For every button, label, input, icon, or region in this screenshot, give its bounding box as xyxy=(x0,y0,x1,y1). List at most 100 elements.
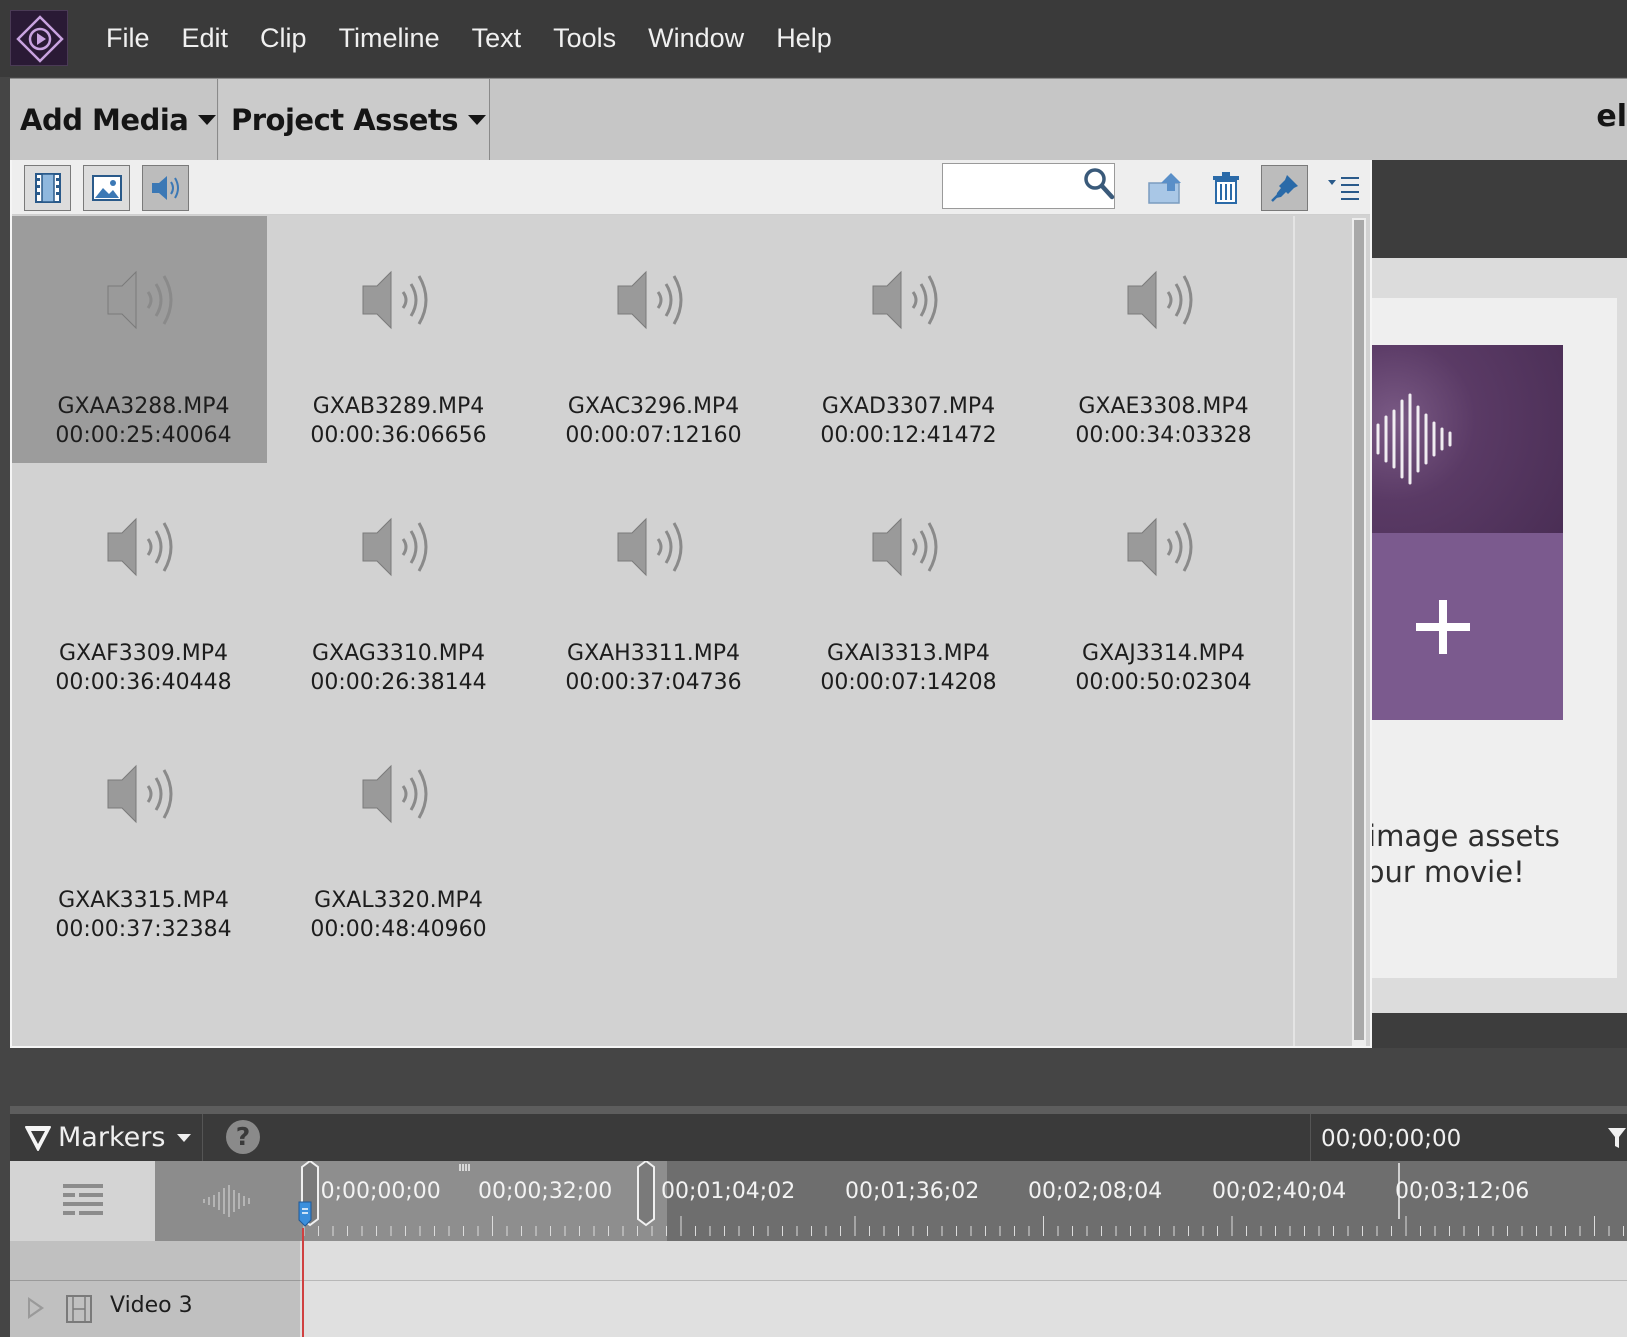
assets-toolbar xyxy=(12,160,1370,215)
menu-items: File Edit Clip Timeline Text Tools Windo… xyxy=(90,0,848,77)
menu-edit[interactable]: Edit xyxy=(166,23,245,54)
speaker-icon xyxy=(617,270,683,330)
speaker-icon xyxy=(107,764,173,824)
filter-icon[interactable] xyxy=(1607,1126,1627,1150)
empty-grid-cell xyxy=(777,957,1040,1046)
menu-help[interactable]: Help xyxy=(760,23,848,54)
marker-icon[interactable] xyxy=(22,1122,54,1154)
asset-duration: 00:00:37:32384 xyxy=(55,917,232,942)
asset-duration: 00:00:07:14208 xyxy=(820,670,997,695)
empty-grid-cell xyxy=(777,710,1040,965)
pin-panel-button[interactable] xyxy=(1261,165,1308,211)
menu-file[interactable]: File xyxy=(90,23,166,54)
asset-item[interactable]: GXAF3309.MP4 00:00:36:40448 xyxy=(12,463,275,718)
speaker-icon xyxy=(151,176,179,200)
asset-duration: 00:00:50:02304 xyxy=(1075,670,1252,695)
asset-duration: 00:00:36:40448 xyxy=(55,670,232,695)
track-list-button[interactable] xyxy=(10,1161,155,1241)
asset-duration: 00:00:34:03328 xyxy=(1075,423,1252,448)
filter-image-button[interactable] xyxy=(83,165,130,211)
range-end-handle-icon xyxy=(637,1161,655,1227)
help-button[interactable]: ? xyxy=(226,1120,260,1154)
search-icon[interactable] xyxy=(1080,165,1116,201)
asset-name: GXAJ3314.MP4 xyxy=(1082,641,1245,666)
timeline-splitter[interactable] xyxy=(10,1106,1627,1114)
delete-button[interactable] xyxy=(1202,165,1249,211)
track-view-controls xyxy=(10,1161,300,1241)
asset-name: GXAA3288.MP4 xyxy=(57,394,230,419)
asset-duration: 00:00:37:04736 xyxy=(565,670,742,695)
asset-item[interactable]: GXAK3315.MP4 00:00:37:32384 xyxy=(12,710,275,965)
asset-item[interactable]: GXAH3311.MP4 00:00:37:04736 xyxy=(522,463,785,718)
project-assets-button[interactable]: Project Assets xyxy=(219,79,490,161)
asset-duration: 00:00:25:40064 xyxy=(55,423,232,448)
speaker-icon xyxy=(362,764,428,824)
asset-item[interactable]: GXAC3296.MP4 00:00:07:12160 xyxy=(522,216,785,471)
asset-item[interactable]: GXAG3310.MP4 00:00:26:38144 xyxy=(267,463,530,718)
assets-grid: GXAA3288.MP4 00:00:25:40064 GXAB3289.MP4 00… xyxy=(12,216,1342,1046)
asset-name: GXAE3308.MP4 xyxy=(1078,394,1249,419)
panel-menu-button[interactable] xyxy=(1320,165,1367,211)
asset-name: GXAK3315.MP4 xyxy=(58,888,229,913)
menu-clip[interactable]: Clip xyxy=(244,23,323,54)
menu-timeline[interactable]: Timeline xyxy=(323,23,456,54)
empty-grid-cell xyxy=(1032,710,1295,965)
chevron-down-icon[interactable] xyxy=(177,1134,191,1142)
asset-duration: 00:00:12:41472 xyxy=(820,423,997,448)
menu-text[interactable]: Text xyxy=(456,23,538,54)
timecode-display[interactable]: 00;00;00;00 xyxy=(1321,1126,1461,1152)
track-list-icon xyxy=(62,1184,103,1215)
menu-window[interactable]: Window xyxy=(632,23,760,54)
asset-name: GXAH3311.MP4 xyxy=(567,641,740,666)
speaker-icon xyxy=(1127,517,1193,577)
asset-name: GXAC3296.MP4 xyxy=(567,394,740,419)
track-name[interactable]: Video 3 xyxy=(110,1293,193,1318)
asset-name: GXAG3310.MP4 xyxy=(311,641,486,666)
filter-audio-button[interactable] xyxy=(142,165,189,211)
chevron-down-icon xyxy=(468,115,486,125)
speaker-icon xyxy=(872,517,938,577)
divider xyxy=(202,1114,203,1161)
speaker-icon xyxy=(107,517,173,577)
asset-name: GXAL3320.MP4 xyxy=(314,888,483,913)
asset-item[interactable]: GXAI3313.MP4 00:00:07:14208 xyxy=(777,463,1040,718)
timeline-ruler[interactable]: )0;00;00;00 00;00;32;00 00;01;04;02 00;0… xyxy=(300,1161,1627,1241)
asset-duration: 00:00:36:06656 xyxy=(310,423,487,448)
folder-upload-icon xyxy=(1147,173,1181,204)
asset-item[interactable]: GXAB3289.MP4 00:00:36:06656 xyxy=(267,216,530,471)
asset-item[interactable]: GXAL3320.MP4 00:00:48:40960 xyxy=(267,710,530,965)
audio-waveform-button[interactable] xyxy=(155,1161,300,1241)
asset-item[interactable]: GXAJ3314.MP4 00:00:50:02304 xyxy=(1032,463,1295,718)
divider xyxy=(1310,1114,1311,1161)
track-area-video-3[interactable] xyxy=(300,1281,1627,1337)
add-media-button[interactable]: Add Media xyxy=(10,79,218,161)
filter-video-button[interactable] xyxy=(24,165,71,211)
asset-item[interactable]: GXAE3308.MP4 00:00:34:03328 xyxy=(1032,216,1295,471)
truncated-label: el xyxy=(1596,99,1627,134)
speaker-icon xyxy=(362,517,428,577)
image-icon xyxy=(91,175,122,201)
film-icon xyxy=(66,1295,92,1323)
plus-icon xyxy=(1415,599,1470,654)
markers-dropdown[interactable]: Markers xyxy=(58,1122,165,1153)
playhead-line[interactable] xyxy=(302,1228,304,1337)
asset-name: GXAD3307.MP4 xyxy=(821,394,996,419)
playhead-handle-icon[interactable] xyxy=(298,1200,314,1228)
list-menu-icon xyxy=(1327,177,1359,200)
speaker-icon xyxy=(107,270,173,330)
app-logo-icon[interactable] xyxy=(10,10,68,66)
markers-bar: Markers ? 00;00;00;00 xyxy=(10,1114,1627,1161)
asset-item[interactable]: GXAA3288.MP4 00:00:25:40064 xyxy=(12,216,275,471)
track-header-video-3: Video 3 xyxy=(10,1281,300,1337)
speaker-icon xyxy=(1127,270,1193,330)
panel-gap xyxy=(10,1048,1627,1110)
asset-name: GXAI3313.MP4 xyxy=(827,641,990,666)
scroll-thumb[interactable] xyxy=(1354,220,1364,1040)
assets-scrollbar[interactable] xyxy=(1352,218,1366,1046)
asset-item[interactable]: GXAD3307.MP4 00:00:12:41472 xyxy=(777,216,1040,471)
menu-tools[interactable]: Tools xyxy=(537,23,632,54)
asset-duration: 00:00:07:12160 xyxy=(565,423,742,448)
film-icon xyxy=(34,173,61,203)
speaker-icon xyxy=(617,517,683,577)
move-to-folder-button[interactable] xyxy=(1142,165,1189,211)
